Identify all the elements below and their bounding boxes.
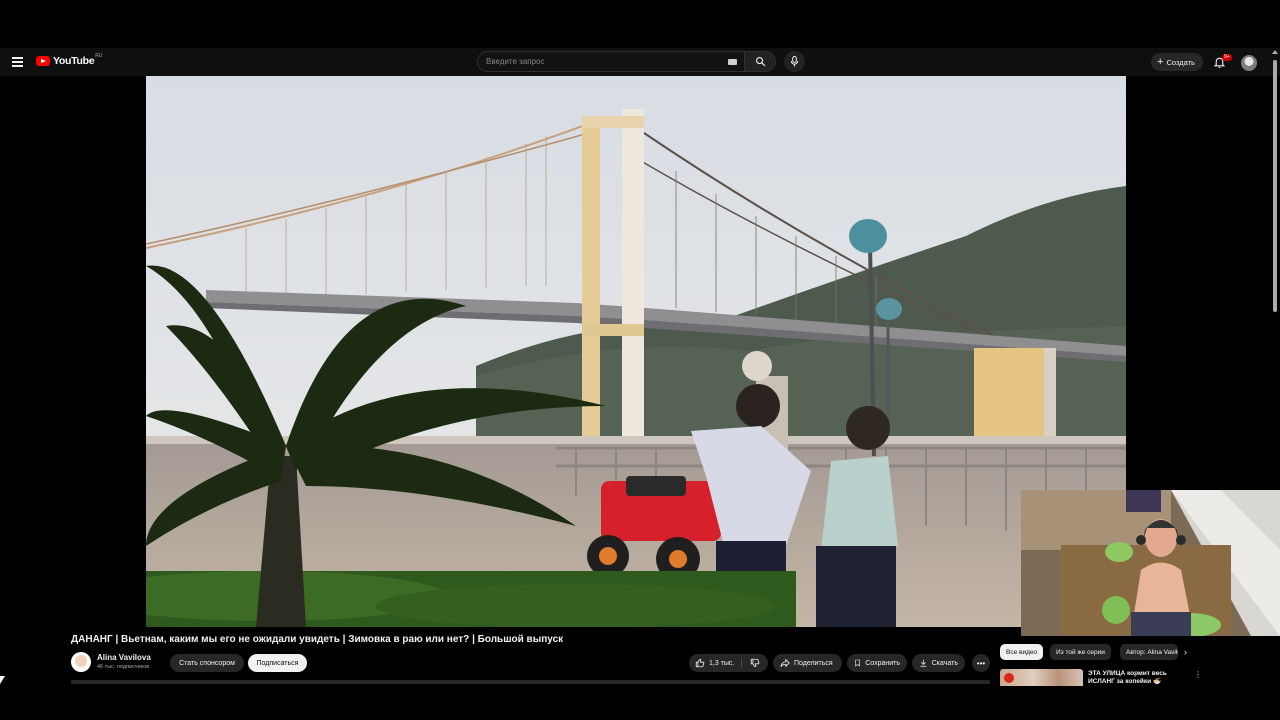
region-code: RU — [95, 53, 103, 59]
like-dislike-group: 1,3 тыс. — [689, 654, 768, 672]
flag-icon — [1004, 673, 1014, 683]
notification-badge: 9+ — [1222, 54, 1232, 61]
youtube-logo-icon — [36, 56, 50, 66]
thumbs-up-icon — [695, 658, 705, 668]
download-label: Скачать — [931, 659, 958, 667]
picture-in-picture-overlay — [1021, 490, 1280, 636]
share-icon — [780, 658, 790, 668]
youtube-watch-page: YouTube RU + Создать 9+ — [0, 0, 1280, 720]
channel-name[interactable]: Alina Vavilova — [97, 653, 151, 662]
description-box[interactable] — [71, 680, 990, 684]
share-label: Поделиться — [794, 659, 833, 667]
chevron-right-icon[interactable]: › — [1184, 647, 1187, 657]
recommendation-menu-icon[interactable]: ⋮ — [1194, 670, 1202, 679]
mic-icon — [790, 56, 799, 67]
channel-avatar[interactable] — [71, 652, 91, 672]
subscriber-count: 46 тыс. подписчиков — [97, 664, 150, 670]
webcam-frame — [1021, 490, 1280, 636]
recommendation-title[interactable]: ЭТА УЛИЦА кормит весь ИСЛАНГ за копейки … — [1088, 670, 1188, 686]
video-title: ДАНАНГ | Вьетнам, каким мы его не ожидал… — [71, 634, 564, 645]
create-label: Создать — [1166, 57, 1195, 67]
thumbs-down-icon — [750, 658, 760, 668]
save-button[interactable]: Сохранить — [847, 654, 907, 672]
youtube-logo[interactable]: YouTube RU — [36, 53, 103, 67]
download-icon — [920, 659, 927, 667]
page-scrollbar[interactable] — [1270, 48, 1280, 688]
save-icon — [855, 659, 861, 667]
more-icon: ••• — [976, 658, 986, 668]
account-avatar[interactable] — [1241, 55, 1257, 71]
masthead: YouTube RU + Создать 9+ — [0, 48, 1280, 76]
chip-same-series[interactable]: Из той же серии — [1050, 644, 1111, 660]
mouse-cursor — [0, 676, 5, 684]
search-button[interactable] — [745, 51, 776, 72]
join-sponsor-button[interactable]: Стать спонсором — [170, 654, 244, 672]
keyboard-icon[interactable] — [728, 59, 737, 65]
share-button[interactable]: Поделиться — [773, 654, 842, 672]
search-input[interactable] — [486, 57, 716, 66]
chip-author[interactable]: Автор: Alina Vavilova — [1120, 644, 1178, 660]
recommendation-thumbnail[interactable] — [1000, 669, 1083, 686]
video-player[interactable] — [146, 76, 1126, 627]
subscribe-button[interactable]: Подписаться — [248, 654, 307, 672]
video-frame — [146, 76, 1126, 627]
voice-search-button[interactable] — [784, 51, 805, 72]
more-actions-button[interactable]: ••• — [972, 654, 990, 672]
scrollbar-thumb[interactable] — [1273, 60, 1277, 312]
dislike-button[interactable] — [742, 654, 768, 672]
create-button[interactable]: + Создать — [1151, 53, 1203, 71]
save-label: Сохранить — [865, 659, 900, 667]
menu-icon[interactable] — [12, 57, 23, 67]
like-button[interactable]: 1,3 тыс. — [689, 654, 741, 672]
plus-icon: + — [1157, 55, 1164, 68]
download-button[interactable]: Скачать — [912, 654, 965, 672]
scroll-up-arrow[interactable] — [1272, 50, 1278, 54]
chip-all-videos[interactable]: Все видео — [1000, 644, 1044, 660]
like-count: 1,3 тыс. — [709, 659, 735, 667]
search-icon — [755, 57, 765, 67]
search-box — [477, 51, 745, 72]
logo-text: YouTube — [53, 55, 95, 67]
